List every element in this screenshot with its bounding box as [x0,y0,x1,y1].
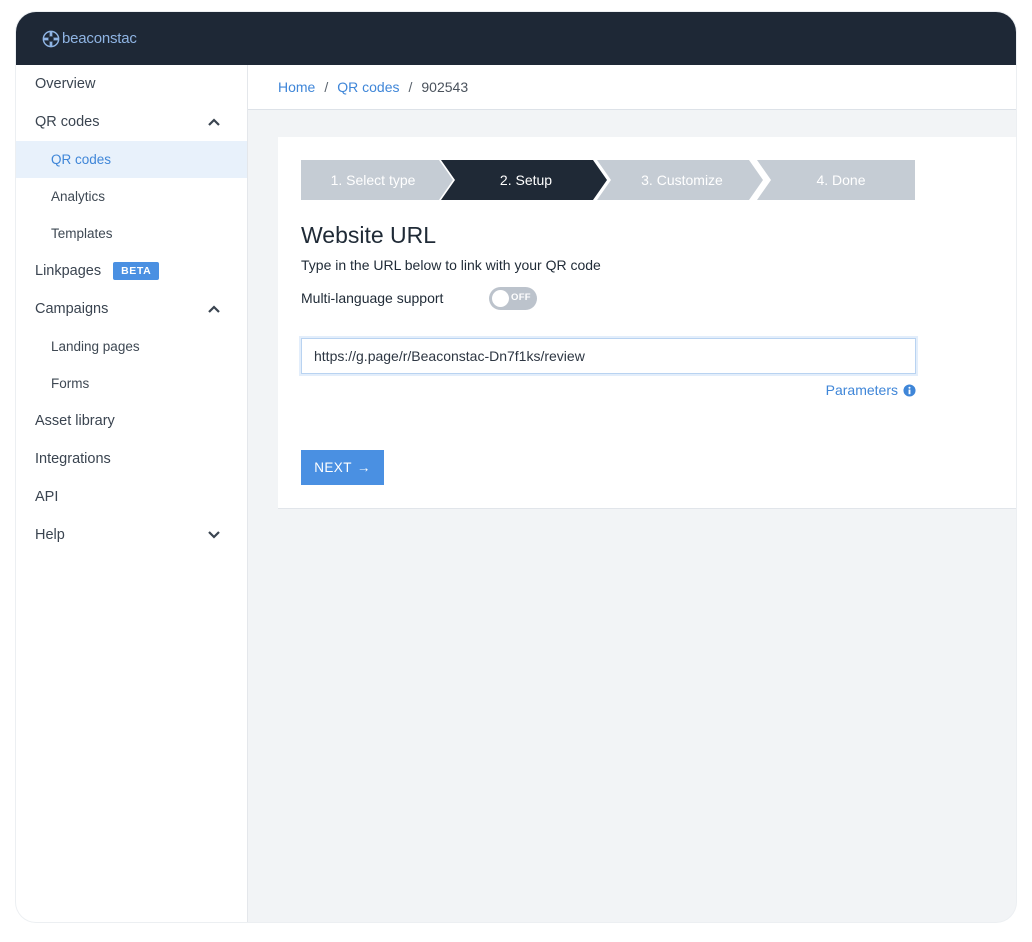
sidebar-item-analytics[interactable]: Analytics [16,178,247,215]
chevron-down-icon [208,531,220,539]
info-icon [903,383,916,397]
website-url-input[interactable] [301,338,916,374]
multilang-toggle[interactable]: OFF [489,287,537,310]
step-3-customize[interactable]: 3. Customize [607,160,757,200]
sidebar-item-api[interactable]: API [16,478,247,516]
breadcrumb-separator: / [408,79,413,95]
sidebar-item-forms[interactable]: Forms [16,365,247,402]
arrow-right-icon: → [356,460,371,475]
sidebar-item-integrations[interactable]: Integrations [16,440,247,478]
breadcrumb-current: 902543 [421,79,469,95]
sidebar-item-help[interactable]: Help [16,516,247,554]
page-subtitle: Type in the URL below to link with your … [301,257,601,273]
sidebar-item-label: QR codes [35,114,100,130]
next-button[interactable]: NEXT → [301,450,384,485]
top-bar: beaconstac [16,12,1016,65]
app-window: beaconstac Overview QR codes QR codes An… [16,12,1016,922]
sidebar-item-overview[interactable]: Overview [16,65,247,103]
sidebar-item-qr-codes-group[interactable]: QR codes [16,103,247,141]
sidebar-item-label: Analytics [51,189,106,204]
sidebar-item-label: Templates [51,226,113,241]
sidebar-item-qr-codes[interactable]: QR codes [16,141,247,178]
chevron-up-icon [208,118,220,126]
beaconstac-logo-icon [42,30,60,47]
sidebar-item-label: Linkpages [35,263,102,279]
parameters-link[interactable]: Parameters [826,382,916,398]
breadcrumb-separator: / [324,79,329,95]
breadcrumb-home[interactable]: Home [278,79,315,95]
sidebar-item-label: Asset library [35,413,115,429]
multilang-label: Multi-language support [301,290,444,306]
logo-text: beaconstac [62,30,137,47]
breadcrumb: Home / QR codes / 902543 [248,65,1016,110]
toggle-state: OFF [511,292,531,303]
toggle-knob [492,290,509,307]
sidebar-item-templates[interactable]: Templates [16,215,247,252]
logo[interactable]: beaconstac [42,30,137,48]
sidebar-item-label: Integrations [35,451,111,467]
sidebar-item-campaigns[interactable]: Campaigns [16,290,247,328]
page-title: Website URL [301,222,437,248]
sidebar: Overview QR codes QR codes Analytics Tem… [16,65,248,922]
parameters-label: Parameters [825,382,898,398]
sidebar-item-label: Landing pages [51,339,140,354]
step-1-select-type[interactable]: 1. Select type [301,160,445,200]
chevron-up-icon [208,305,220,313]
breadcrumb-qr-codes[interactable]: QR codes [337,79,399,95]
sidebar-item-landing-pages[interactable]: Landing pages [16,328,247,365]
wizard-steps: 1. Select type 2. Setup 3. Customize 4. … [301,160,915,200]
sidebar-item-label: Help [35,527,65,543]
sidebar-item-label: Overview [35,76,96,92]
setup-card: 1. Select type 2. Setup 3. Customize 4. … [278,137,1016,509]
sidebar-item-asset-library[interactable]: Asset library [16,402,247,440]
beta-badge: BETA [113,262,160,280]
sidebar-item-label: API [35,489,59,505]
sidebar-item-label: Campaigns [35,301,109,317]
sidebar-item-linkpages[interactable]: Linkpages BETA [16,252,247,290]
sidebar-item-label: Forms [51,376,90,391]
next-button-label: NEXT [314,460,352,475]
step-2-setup[interactable]: 2. Setup [451,160,601,200]
step-4-done[interactable]: 4. Done [767,160,915,200]
sidebar-item-label: QR codes [51,152,112,167]
